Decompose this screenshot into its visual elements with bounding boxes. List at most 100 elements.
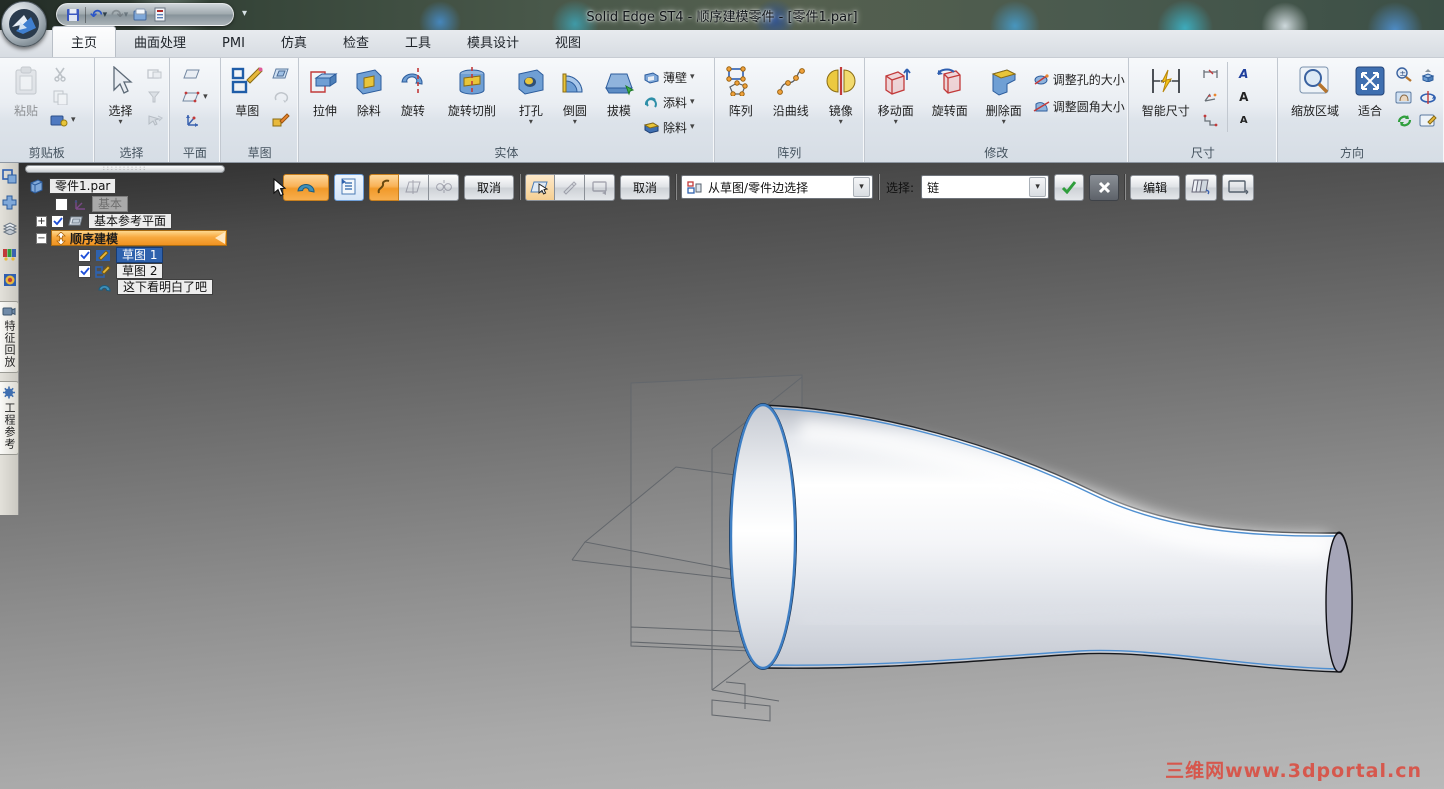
revolve-button[interactable]: 旋转	[391, 62, 435, 144]
select-type-dropdown[interactable]: 链 ▾	[921, 175, 1050, 199]
mirror-button[interactable]: 镜像 ▾	[819, 62, 863, 144]
resize-hole-button[interactable]: 调整孔的大小	[1033, 70, 1125, 88]
tab-engineering-reference[interactable]: 工程参考	[0, 381, 19, 455]
tab-simulation[interactable]: 仿真	[263, 27, 325, 57]
layers-icon[interactable]	[0, 215, 19, 241]
application-button[interactable]	[1, 1, 47, 47]
checkbox-checked[interactable]	[51, 214, 64, 228]
delete-face-button[interactable]: 删除面 ▾	[977, 62, 1031, 144]
fit-button[interactable]: 适合	[1348, 62, 1392, 144]
rotate-view-icon[interactable]	[1418, 88, 1438, 106]
tree-item-base-ref-planes[interactable]: + 基本参考平面	[36, 213, 173, 229]
checkbox-unchecked[interactable]	[55, 197, 68, 211]
pathfinder-drag-handle[interactable]: :::::::::::	[25, 165, 225, 173]
cancel-select-button[interactable]: 取消	[620, 174, 671, 200]
add-material-button[interactable]: 添料 ▾	[643, 93, 694, 111]
along-curve-button[interactable]: 沿曲线	[763, 62, 819, 144]
cut-icon[interactable]	[50, 65, 70, 83]
rotate-face-button[interactable]: 旋转面	[923, 62, 977, 144]
region-button[interactable]	[585, 173, 616, 201]
coordinate-dimension-icon[interactable]	[1201, 111, 1221, 129]
construction-display-button[interactable]	[1185, 173, 1218, 201]
tree-item-ordered-modeling[interactable]: − 顺序建模	[36, 230, 227, 246]
copy-icon[interactable]	[50, 88, 70, 106]
qat-customize-button[interactable]: ▾	[242, 8, 247, 19]
view-styles-icon[interactable]	[1418, 111, 1438, 129]
zoom-icon[interactable]: ±	[1394, 65, 1414, 83]
select-filter-icon[interactable]	[145, 88, 165, 106]
feature-library-icon[interactable]	[0, 189, 19, 215]
dimension-style-icon[interactable]: A	[1234, 65, 1254, 83]
sensors-icon[interactable]	[0, 241, 19, 267]
tree-root-part[interactable]: 零件1.par	[28, 178, 117, 194]
format-painter-button[interactable]: ▾	[50, 111, 76, 129]
pathfinder-tab-icon[interactable]	[0, 163, 19, 189]
redo-button[interactable]: ↷ ▾	[111, 6, 128, 24]
tree-item-revolve-feature[interactable]: 这下看明白了吧	[96, 279, 214, 295]
smart-dimension-button[interactable]: 智能尺寸	[1133, 62, 1199, 144]
step-profile-button[interactable]	[369, 173, 399, 201]
tree-item-sketch-1[interactable]: 草图 1	[78, 247, 164, 263]
common-views-icon[interactable]	[1418, 65, 1438, 83]
dropdown-arrow[interactable]: ▾	[1029, 177, 1047, 197]
graphics-viewport[interactable]: ::::::::::: 零件1.par 基本 + 基本参考平面 − 顺序建模 草…	[0, 163, 1444, 789]
edge-select-dropdown[interactable]: 从草图/零件边选择 ▾	[681, 175, 874, 199]
sketch-rotate-icon[interactable]	[271, 88, 291, 106]
select-button[interactable]: 选择 ▾	[99, 62, 143, 144]
sketch-button[interactable]: 草图	[225, 62, 269, 144]
thin-wall-button[interactable]: 薄壁 ▾	[643, 68, 694, 86]
tab-surfacing[interactable]: 曲面处理	[116, 27, 204, 57]
undo-button[interactable]: ↶ ▾	[90, 6, 107, 24]
round-button[interactable]: 倒圆 ▾	[553, 62, 597, 144]
pattern-button[interactable]: 阵列	[719, 62, 763, 144]
collapse-minus[interactable]: −	[36, 232, 47, 244]
tree-item-sketch-2[interactable]: 草图 2	[78, 263, 164, 279]
print-preview-button[interactable]	[153, 6, 168, 24]
tab-feature-playback[interactable]: 特征回放	[0, 301, 19, 373]
ordered-modeling-banner[interactable]: 顺序建模	[51, 230, 227, 246]
tab-view[interactable]: 视图	[537, 27, 599, 57]
draft-button[interactable]: 拔模	[597, 62, 641, 144]
revolve-command-button[interactable]	[283, 173, 329, 201]
tab-pmi[interactable]: PMI	[204, 31, 263, 57]
edit-button[interactable]: 编辑	[1130, 174, 1181, 200]
select-window-icon[interactable]	[145, 65, 165, 83]
tree-item-base[interactable]: 基本	[55, 196, 129, 212]
text-increase-icon[interactable]: A	[1234, 88, 1254, 106]
extrude-button[interactable]: 拉伸	[303, 62, 347, 144]
hole-button[interactable]: 打孔 ▾	[509, 62, 553, 144]
accept-button[interactable]	[1054, 173, 1085, 201]
plane-more-button[interactable]: ▾	[182, 88, 208, 106]
remove-material-button[interactable]: 除料 ▾	[643, 118, 694, 136]
angle-between-icon[interactable]	[1201, 88, 1221, 106]
step-side-button[interactable]	[399, 173, 429, 201]
bounding-box-button[interactable]	[1222, 173, 1255, 201]
cancel-step-button[interactable]: 取消	[464, 174, 515, 200]
distance-between-icon[interactable]	[1201, 65, 1221, 83]
options-button[interactable]	[334, 173, 364, 201]
refresh-view-icon[interactable]	[1394, 111, 1414, 129]
cutout-button[interactable]: 除料	[347, 62, 391, 144]
select-from-sketch-button[interactable]	[525, 173, 556, 201]
bottle-mouth-edge[interactable]	[729, 403, 797, 670]
tab-tools[interactable]: 工具	[387, 27, 449, 57]
checkbox-checked[interactable]	[78, 248, 91, 262]
tab-inspect[interactable]: 检查	[325, 27, 387, 57]
step-axis-button[interactable]	[429, 173, 459, 201]
dropdown-arrow[interactable]: ▾	[853, 177, 871, 197]
coordinate-system-icon[interactable]	[182, 111, 202, 129]
bottle-end-face[interactable]	[1325, 532, 1353, 673]
open-button[interactable]	[132, 6, 149, 24]
paste-button[interactable]: 粘贴	[4, 62, 48, 144]
text-decrease-icon[interactable]: A	[1234, 111, 1254, 129]
tab-mold-design[interactable]: 模具设计	[449, 27, 537, 57]
plane-icon[interactable]	[182, 65, 202, 83]
checkbox-checked[interactable]	[78, 264, 91, 278]
bottle-solid[interactable]	[729, 403, 1353, 673]
move-face-button[interactable]: 移动面 ▾	[869, 62, 923, 144]
resize-round-button[interactable]: 调整圆角大小	[1033, 97, 1125, 115]
revolved-cut-button[interactable]: 旋转切削	[435, 62, 509, 144]
tab-home[interactable]: 主页	[52, 26, 117, 57]
save-button[interactable]	[65, 6, 81, 24]
edit-profile-button[interactable]	[555, 173, 586, 201]
